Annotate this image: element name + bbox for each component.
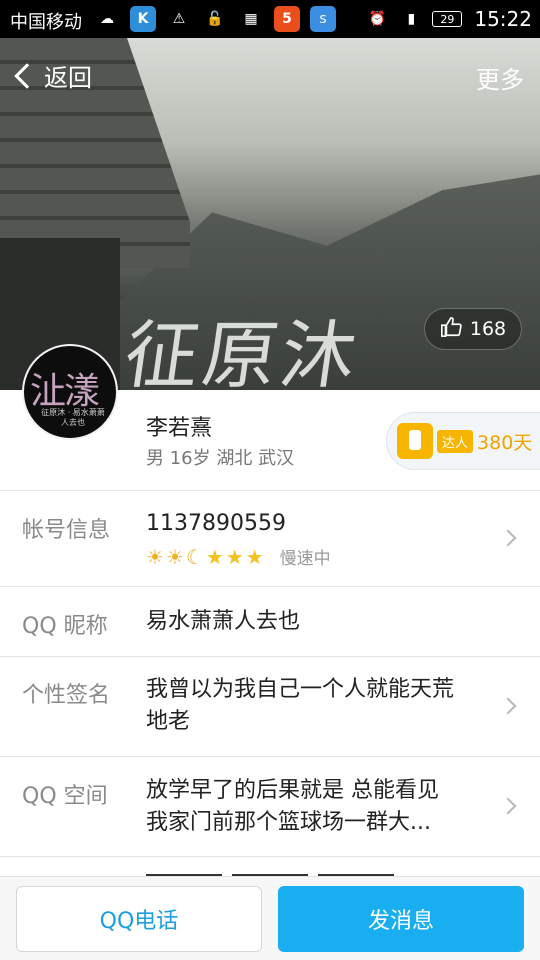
nickname-value: 易水萧萧人去也 [146,609,301,634]
back-label: 返回 [44,64,92,92]
star-icon: ★ [205,544,224,569]
qzone-label: QQ 空间 [22,784,108,809]
notification-icons: ☁ K ⚠ 🔓 ▦ 5 s [94,6,336,32]
signature-line-2: 地老 [146,709,191,734]
more-button[interactable]: 更多 [476,60,524,95]
account-number: 1137890559 [146,511,286,536]
chevron-right-icon [499,797,517,815]
like-count: 168 [469,318,507,340]
like-button[interactable]: 168 [424,308,522,350]
profile-meta: 男 16岁 湖北 武汉 [146,448,295,469]
clock: 15:22 [474,7,532,31]
sun-icon: ☀ [165,544,184,569]
sohu-app-icon: 5 [274,6,300,32]
thumbs-up-icon [440,316,462,343]
qzone-line-1: 放学早了的后果就是 总能看见 [146,778,439,803]
signal-icon: ▮ [407,11,416,27]
divider [0,756,540,757]
signature-line-1: 我曾以为我自己一个人就能天荒 [146,677,455,702]
bottom-action-bar: QQ电话 发消息 [0,876,540,960]
s-app-icon: s [310,6,336,32]
divider [0,656,540,657]
star-icon: ★ [245,544,264,569]
cover-calligraphy: 征原沐 [119,313,366,390]
qq-call-button[interactable]: QQ电话 [16,886,262,952]
carrier-label: 中国移动 [10,12,82,33]
qzone-line-2: 我家门前那个篮球场一群大... [146,810,431,835]
cover-image: 征原沐 返回 更多 168 [0,38,540,390]
status-bar: 中国移动 ☁ K ⚠ 🔓 ▦ 5 s ⏰ ▮ 29 15:22 [0,0,540,38]
chevron-left-icon [14,62,40,89]
battery-icon: 29 [432,11,463,27]
speed-status: 慢速中 [279,549,331,569]
avatar-caption: 征原沐 · 易水萧萧人去也 [41,408,105,427]
moon-icon: ☾ [185,544,204,569]
avatar[interactable]: 沚漾 征原沐 · 易水萧萧人去也 [22,344,118,440]
chevron-right-icon [499,529,517,547]
vpn-icon: 🔓 [206,11,224,27]
signature-label: 个性签名 [22,683,111,708]
sun-icon: ☀ [146,544,164,569]
divider [0,586,540,587]
daren-badge[interactable]: 达人 380天 [386,412,540,470]
phone-wings-icon [397,423,433,459]
send-message-button[interactable]: 发消息 [278,886,524,952]
divider [0,856,540,857]
k-app-icon: K [130,6,156,32]
warning-icon: ⚠ [172,11,186,27]
alarm-icon: ⏰ [368,11,387,27]
nickname-label: QQ 昵称 [22,614,108,639]
back-button[interactable]: 返回 [12,58,92,93]
star-icon: ★ [225,544,244,569]
daren-days: 380天 [477,431,533,454]
level-icons: ☀ ☀ ☾ ★ ★ ★ 慢速中 [146,544,331,570]
avatar-calligraphy: 沚漾 [30,371,100,412]
daren-tag: 达人 [437,429,474,453]
account-label: 帐号信息 [22,518,111,543]
system-icons: ⏰ ▮ 29 15:22 [364,6,532,32]
profile-name: 李若熹 [146,416,213,441]
grid-app-icon: ▦ [244,11,258,27]
divider [0,490,540,491]
cloud-icon: ☁ [100,11,114,27]
chevron-right-icon [499,697,517,715]
